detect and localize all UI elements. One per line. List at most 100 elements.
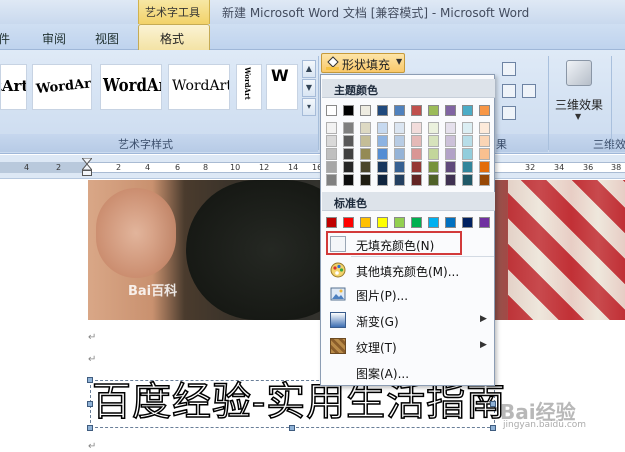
- theme-shade-swatch[interactable]: [462, 161, 473, 173]
- standard-color-swatch[interactable]: [360, 217, 371, 228]
- gallery-more-icon[interactable]: ▾: [302, 98, 316, 116]
- tab-review[interactable]: 审阅: [42, 30, 66, 47]
- theme-shade-swatch[interactable]: [479, 122, 490, 134]
- theme-shade-swatch[interactable]: [428, 122, 439, 134]
- theme-shade-swatch[interactable]: [462, 122, 473, 134]
- theme-shade-swatch[interactable]: [360, 135, 371, 147]
- gallery-scroll-down-icon[interactable]: ▼: [302, 79, 316, 97]
- resize-handle[interactable]: [490, 401, 496, 407]
- nudge-left-icon[interactable]: [502, 84, 516, 98]
- wordart-style-tile-4[interactable]: WordArt: [168, 64, 230, 110]
- theme-shade-swatch[interactable]: [428, 135, 439, 147]
- theme-shade-swatch[interactable]: [377, 148, 388, 160]
- more-fill-colors-menu-item[interactable]: 其他填充颜色(M)...: [322, 259, 495, 281]
- theme-shade-swatch[interactable]: [326, 148, 337, 160]
- theme-color-swatch[interactable]: [479, 105, 490, 116]
- theme-shade-swatch[interactable]: [411, 148, 422, 160]
- theme-shade-swatch[interactable]: [445, 135, 456, 147]
- theme-shade-swatch[interactable]: [360, 148, 371, 160]
- theme-color-swatch[interactable]: [428, 105, 439, 116]
- theme-shade-swatch[interactable]: [462, 148, 473, 160]
- resize-handle[interactable]: [87, 401, 93, 407]
- theme-shade-swatch[interactable]: [377, 174, 388, 186]
- standard-color-swatch[interactable]: [479, 217, 490, 228]
- theme-shade-swatch[interactable]: [377, 122, 388, 134]
- theme-shade-swatch[interactable]: [411, 161, 422, 173]
- theme-shade-swatch[interactable]: [411, 135, 422, 147]
- wordart-style-tile-3[interactable]: WordArt: [100, 64, 162, 110]
- wordart-style-tile-6[interactable]: W: [266, 64, 298, 110]
- theme-shade-swatch[interactable]: [377, 161, 388, 173]
- theme-color-swatch[interactable]: [326, 105, 337, 116]
- theme-shade-swatch[interactable]: [394, 161, 405, 173]
- wordart-style-tile-1[interactable]: rtArt: [0, 64, 27, 110]
- theme-color-swatch[interactable]: [343, 105, 354, 116]
- theme-shade-swatch[interactable]: [394, 174, 405, 186]
- wordart-style-tile-5[interactable]: WordArt: [236, 64, 262, 110]
- resize-handle[interactable]: [490, 425, 496, 431]
- resize-handle[interactable]: [289, 425, 295, 431]
- theme-shade-swatch[interactable]: [462, 174, 473, 186]
- theme-shade-swatch[interactable]: [411, 174, 422, 186]
- theme-shade-swatch[interactable]: [360, 174, 371, 186]
- standard-color-swatch[interactable]: [343, 217, 354, 228]
- standard-color-swatch[interactable]: [428, 217, 439, 228]
- gradient-menu-item[interactable]: 渐变(G) ▶: [322, 309, 495, 331]
- wordart-text[interactable]: 百度经验-实用生活指南: [91, 379, 506, 426]
- theme-shade-swatch[interactable]: [479, 174, 490, 186]
- theme-shade-swatch[interactable]: [343, 135, 354, 147]
- tab-view[interactable]: 视图: [95, 30, 119, 47]
- picture-menu-item[interactable]: 图片(P)...: [322, 283, 495, 305]
- theme-shade-swatch[interactable]: [394, 122, 405, 134]
- theme-shade-swatch[interactable]: [343, 161, 354, 173]
- theme-color-swatch[interactable]: [360, 105, 371, 116]
- theme-shade-swatch[interactable]: [326, 161, 337, 173]
- standard-color-swatch[interactable]: [445, 217, 456, 228]
- pattern-menu-item[interactable]: 图案(A)...: [322, 361, 495, 383]
- theme-shade-swatch[interactable]: [394, 148, 405, 160]
- theme-shade-swatch[interactable]: [394, 135, 405, 147]
- nudge-up-icon[interactable]: [502, 62, 516, 76]
- resize-handle[interactable]: [87, 377, 93, 383]
- tab-partial[interactable]: 件: [0, 30, 10, 47]
- theme-shade-swatch[interactable]: [462, 135, 473, 147]
- theme-color-swatch[interactable]: [394, 105, 405, 116]
- theme-shade-swatch[interactable]: [445, 122, 456, 134]
- nudge-right-icon[interactable]: [522, 84, 536, 98]
- theme-shade-swatch[interactable]: [428, 174, 439, 186]
- nudge-down-icon[interactable]: [502, 106, 516, 120]
- texture-menu-item[interactable]: 纹理(T) ▶: [322, 335, 495, 357]
- theme-shade-swatch[interactable]: [326, 122, 337, 134]
- theme-color-swatch[interactable]: [462, 105, 473, 116]
- theme-shade-swatch[interactable]: [377, 135, 388, 147]
- tab-format[interactable]: 格式: [138, 24, 210, 51]
- theme-color-swatch[interactable]: [411, 105, 422, 116]
- standard-color-swatch[interactable]: [326, 217, 337, 228]
- theme-shade-swatch[interactable]: [479, 148, 490, 160]
- standard-color-swatch[interactable]: [411, 217, 422, 228]
- theme-shade-swatch[interactable]: [445, 174, 456, 186]
- theme-shade-swatch[interactable]: [360, 161, 371, 173]
- theme-shade-swatch[interactable]: [360, 122, 371, 134]
- theme-shade-swatch[interactable]: [326, 174, 337, 186]
- standard-color-swatch[interactable]: [377, 217, 388, 228]
- shape-fill-button[interactable]: 形状填充 ▼: [321, 53, 405, 73]
- theme-color-swatch[interactable]: [377, 105, 388, 116]
- standard-color-swatch[interactable]: [394, 217, 405, 228]
- theme-shade-swatch[interactable]: [428, 148, 439, 160]
- horizontal-ruler[interactable]: 4 2 2 4 6 8 10 12 14 16 32 34 36 38: [0, 155, 625, 179]
- gallery-scroll-up-icon[interactable]: ▲: [302, 60, 316, 78]
- theme-shade-swatch[interactable]: [428, 161, 439, 173]
- indent-marker-icon[interactable]: [82, 158, 92, 176]
- theme-shade-swatch[interactable]: [326, 135, 337, 147]
- theme-shade-swatch[interactable]: [479, 161, 490, 173]
- theme-shade-swatch[interactable]: [343, 174, 354, 186]
- theme-shade-swatch[interactable]: [343, 122, 354, 134]
- resize-handle[interactable]: [87, 425, 93, 431]
- theme-shade-swatch[interactable]: [343, 148, 354, 160]
- wordart-style-tile-2[interactable]: WordArt: [32, 64, 92, 110]
- three-d-effects-button[interactable]: 三维效果 ▼: [553, 56, 605, 126]
- theme-shade-swatch[interactable]: [479, 135, 490, 147]
- theme-shade-swatch[interactable]: [411, 122, 422, 134]
- theme-shade-swatch[interactable]: [445, 161, 456, 173]
